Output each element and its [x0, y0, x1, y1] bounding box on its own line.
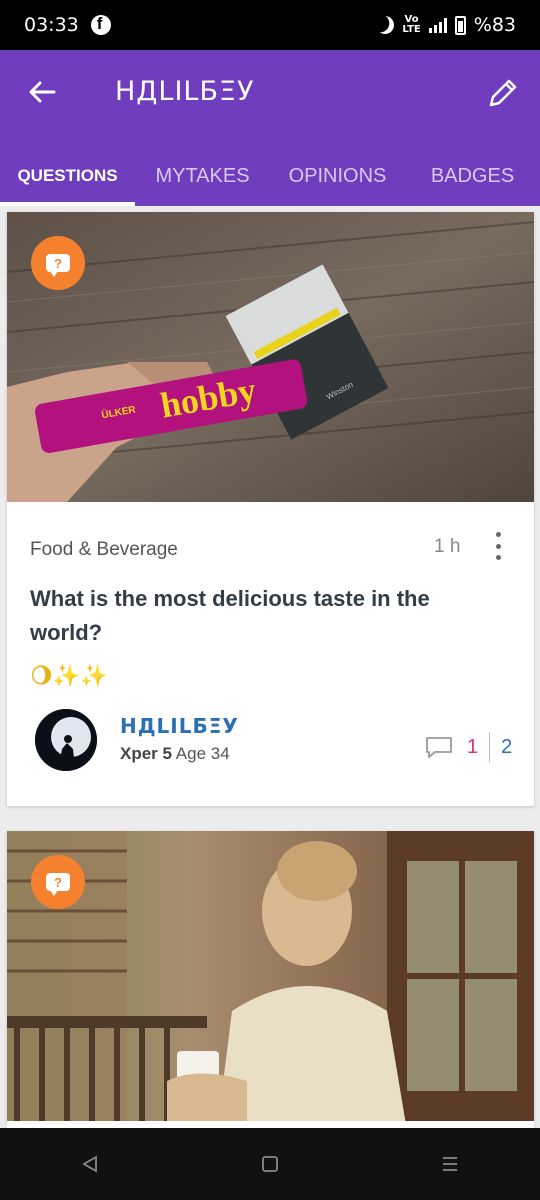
status-time: 03:33: [24, 14, 79, 36]
tab-questions[interactable]: QUESTIONS: [0, 146, 135, 206]
tab-bar: QUESTIONS MYTAKES OPINIONS BADGES: [0, 146, 540, 206]
tab-mytakes[interactable]: MYTAKES: [135, 146, 270, 206]
triangle-back-icon: [82, 1155, 97, 1173]
post-thumbnail[interactable]: ?: [7, 831, 534, 1121]
tab-opinions[interactable]: OPINIONS: [270, 146, 405, 206]
author-meta: Xper 5 Age 34: [120, 744, 230, 764]
edit-button[interactable]: [486, 76, 520, 110]
back-button[interactable]: [26, 76, 58, 108]
facebook-icon: [90, 14, 111, 35]
avatar[interactable]: [35, 709, 97, 771]
system-nav-bar: [0, 1128, 540, 1200]
menu-lines-icon: [443, 1157, 457, 1171]
page-title: НДLILБΞУ: [115, 76, 255, 107]
second-count: 2: [501, 735, 513, 758]
question-card[interactable]: ?: [7, 831, 534, 1131]
battery-icon: [454, 15, 466, 35]
post-stats[interactable]: 1 2: [425, 732, 512, 762]
more-options-button[interactable]: [491, 532, 505, 560]
nav-home-button[interactable]: [250, 1144, 290, 1184]
question-bubble-icon: ?: [46, 873, 70, 896]
question-card[interactable]: hobby ÜLKER Winston ? Food & Beverage 1 …: [7, 212, 534, 806]
post-thumbnail[interactable]: hobby ÜLKER Winston ?: [7, 212, 534, 502]
author-age: Age 34: [175, 744, 230, 763]
question-bubble-icon: ?: [46, 254, 70, 277]
question-title[interactable]: What is the most delicious taste in the …: [30, 582, 500, 650]
status-bar: 03:33 VoLTE %83: [0, 0, 540, 50]
arrow-left-icon: [29, 81, 56, 103]
post-time: 1 h: [434, 536, 461, 557]
battery-level: %83: [473, 14, 516, 36]
opinion-count: 1: [467, 735, 479, 758]
dot-icon: [495, 543, 501, 549]
nav-menu-button[interactable]: [430, 1144, 470, 1184]
signal-icon: [428, 17, 447, 33]
question-badge: ?: [31, 236, 85, 290]
dot-icon: [495, 555, 501, 560]
author-level: Xper 5: [120, 744, 172, 763]
question-emojis: 🌖✨✨: [30, 664, 108, 689]
pencil-icon: [489, 79, 517, 107]
volte-icon: Vo LTE: [402, 14, 421, 35]
dot-icon: [495, 532, 501, 537]
comment-icon: [426, 737, 452, 758]
app-bar: НДLILБΞУ QUESTIONS MYTAKES OPINIONS BADG…: [0, 50, 540, 206]
post-category[interactable]: Food & Beverage: [30, 539, 178, 561]
square-home-icon: [262, 1156, 278, 1172]
do-not-disturb-icon: [374, 13, 397, 36]
tab-badges[interactable]: BADGES: [405, 146, 540, 206]
author-name[interactable]: НДLILБΞУ: [120, 714, 239, 738]
nav-back-button[interactable]: [70, 1144, 110, 1184]
question-badge: ?: [31, 855, 85, 909]
stats-divider: [489, 732, 491, 762]
